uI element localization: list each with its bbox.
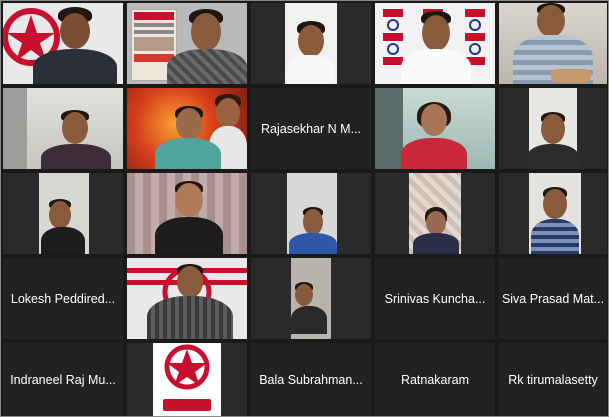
participant-tile-name-only[interactable]: Lokesh Peddired...: [3, 258, 123, 339]
participant-video: [251, 3, 371, 84]
participant-tile[interactable]: [127, 173, 247, 254]
participant-tile[interactable]: [127, 88, 247, 169]
participant-video: [3, 88, 123, 169]
participant-video: [251, 173, 371, 254]
participant-video: [499, 3, 607, 84]
participant-tile[interactable]: [499, 3, 607, 84]
participant-tile[interactable]: [127, 343, 247, 416]
participant-tile[interactable]: [251, 258, 371, 339]
participant-tile[interactable]: [3, 88, 123, 169]
participant-video: [3, 3, 123, 84]
participant-tile[interactable]: [499, 88, 607, 169]
participant-video: [499, 173, 607, 254]
participant-tile-active-speaker[interactable]: [375, 3, 495, 84]
participant-tile-name-only[interactable]: Siva Prasad Mat...: [499, 258, 607, 339]
participant-tile-name-only[interactable]: Ratnakaram: [375, 343, 495, 416]
participant-tile[interactable]: [251, 173, 371, 254]
participant-video: [499, 88, 607, 169]
participant-video: [375, 3, 495, 84]
participant-video: [375, 173, 495, 254]
participant-tile-name-only[interactable]: Rajasekhar N M...: [251, 88, 371, 169]
participant-video: [127, 3, 247, 84]
participant-name: Rk tirumalasetty: [508, 372, 598, 387]
video-gallery: Rajasekhar N M... Lokesh Peddired... Sri…: [0, 0, 609, 417]
participant-name: Bala Subrahman...: [259, 372, 363, 387]
participant-name: Siva Prasad Mat...: [501, 291, 605, 306]
participant-tile[interactable]: [3, 3, 123, 84]
participant-tile-name-only[interactable]: Rk tirumalasetty: [499, 343, 607, 416]
participant-tile[interactable]: [127, 258, 247, 339]
participant-tile[interactable]: [251, 3, 371, 84]
participant-tile[interactable]: [499, 173, 607, 254]
participant-video: [127, 173, 247, 254]
participant-tile-name-only[interactable]: Indraneel Raj Mu...: [3, 343, 123, 416]
participant-video: [127, 88, 247, 169]
participant-tile[interactable]: [127, 3, 247, 84]
participant-name: Ratnakaram: [400, 372, 470, 387]
participant-video: [375, 88, 495, 169]
participant-tile-name-only[interactable]: Bala Subrahman...: [251, 343, 371, 416]
participant-video: [3, 173, 123, 254]
participant-name: Srinivas Kuncha...: [384, 291, 486, 306]
participant-video: [127, 258, 247, 339]
participant-name: Rajasekhar N M...: [260, 121, 362, 136]
participant-tile[interactable]: [3, 173, 123, 254]
participant-video: [251, 258, 371, 339]
participant-tile-name-only[interactable]: Srinivas Kuncha...: [375, 258, 495, 339]
participant-name: Indraneel Raj Mu...: [10, 372, 116, 387]
participant-tile[interactable]: [375, 88, 495, 169]
participant-video: [127, 343, 247, 416]
participant-tile[interactable]: [375, 173, 495, 254]
participant-name: Lokesh Peddired...: [10, 291, 116, 306]
party-logo-icon: [163, 344, 211, 411]
